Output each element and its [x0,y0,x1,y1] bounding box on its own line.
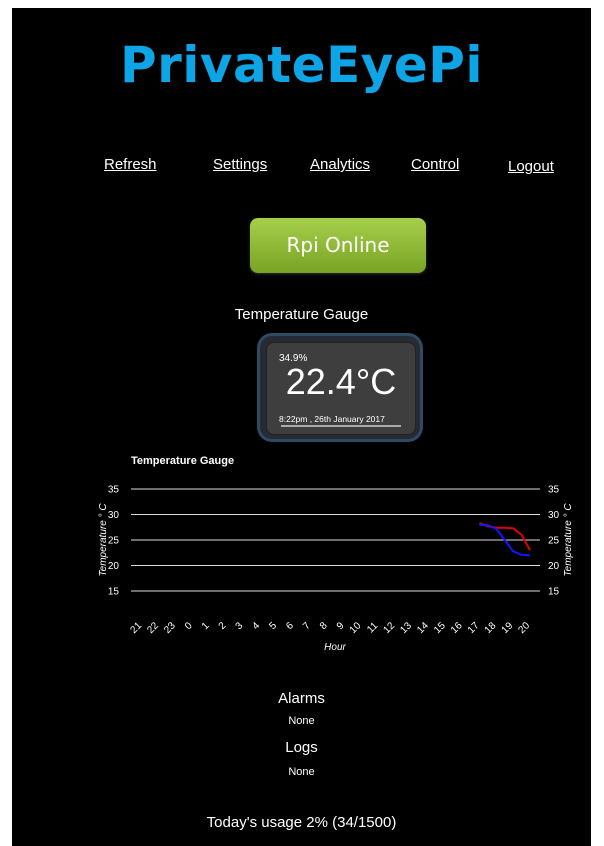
x-tick-label: 16 [449,620,465,636]
temperature-chart: 15 1520 2025 2530 3035 3521 22 23 0 1 2 3 4 5 6 7 8 9 10 11… [98,485,574,654]
x-tick-label: 13 [398,620,414,636]
nav-logout-link[interactable]: Logout [508,158,554,175]
x-tick-label: 11 [365,620,380,635]
x-tick-label: 17 [466,620,482,636]
logs-value: None [288,766,315,778]
reading-timestamp: 8:22pm , 26th January 2017 [279,414,385,424]
gauge-divider [281,425,401,427]
y-tick-label-left: 20 [108,561,120,572]
x-tick-label: 5 [267,620,279,632]
x-tick-label: 2 [217,620,229,632]
x-tick-label: 9 [335,620,347,632]
x-tick-label: 6 [284,620,296,632]
x-tick-label: 3 [234,620,246,632]
y-tick-label-left: 25 [108,536,120,547]
nav-refresh-link[interactable]: Refresh [104,156,157,173]
app-logo: PrivateEyePi [119,36,484,94]
x-tick-label: 12 [382,620,398,636]
y-tick-label-right: 35 [548,485,560,496]
logs-title: Logs [285,739,318,756]
x-tick-label: 0 [183,620,195,632]
app-screen: PrivateEyePi Refresh Settings Analytics … [12,8,591,846]
gauge-title: Temperature Gauge [234,306,369,323]
x-tick-label: 18 [483,620,499,636]
y-tick-label-left: 30 [108,510,120,521]
y-tick-label-left: 35 [108,485,120,496]
nav-analytics-link[interactable]: Analytics [310,156,370,173]
gauge-display: 34.9% 22.4°C 8:22pm , 26th January 2017 [266,342,416,435]
rpi-online-button[interactable]: Rpi Online [250,218,426,273]
series-line-0 [479,522,531,551]
y-axis-label-right: Temperature ° C [563,503,574,577]
x-tick-label: 20 [516,620,532,636]
y-tick-label-left: 15 [108,587,120,598]
y-tick-label-right: 25 [548,536,560,547]
x-tick-label: 19 [500,620,516,636]
x-tick-label: 23 [162,620,178,636]
alarms-value: None [288,715,315,727]
x-axis-label: Hour [324,642,346,653]
alarms-title: Alarms [278,690,325,707]
temperature-value: 22.4°C [285,361,397,402]
chart-title: Temperature Gauge [131,455,235,467]
nav-control-link[interactable]: Control [411,156,459,173]
x-tick-label: 8 [318,620,330,632]
temperature-gauge: 34.9% 22.4°C 8:22pm , 26th January 2017 [260,336,420,439]
x-tick-label: 22 [145,620,161,636]
x-tick-label: 14 [415,620,431,636]
nav-settings-link[interactable]: Settings [213,156,267,173]
y-tick-label-right: 20 [548,561,560,572]
x-tick-label: 7 [301,620,313,632]
x-tick-label: 10 [348,620,364,636]
x-tick-label: 15 [432,620,448,636]
y-tick-label-right: 15 [548,587,560,598]
x-tick-label: 4 [250,620,262,632]
x-tick-label: 1 [200,620,212,632]
x-tick-label: 21 [128,620,144,636]
y-tick-label-right: 30 [548,510,560,521]
y-axis-label-left: Temperature ° C [98,503,109,577]
usage-text: Today's usage 2% (34/1500) [206,814,397,831]
